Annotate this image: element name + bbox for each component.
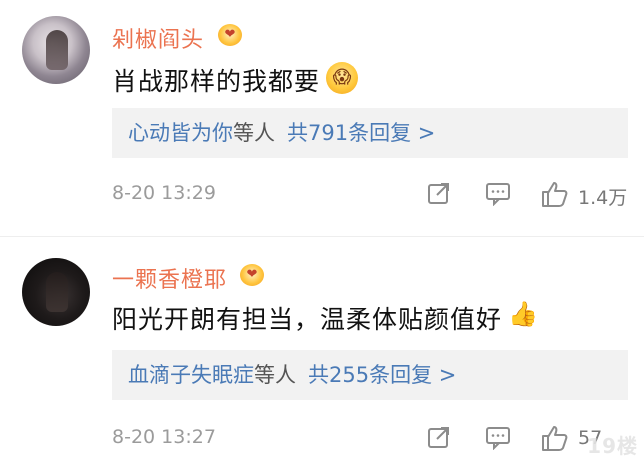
- reply-count-link[interactable]: 共791条回复 >: [287, 121, 435, 145]
- vip-badge-icon: ❤: [218, 24, 242, 46]
- share-icon[interactable]: [426, 180, 452, 214]
- reply-summary[interactable]: 心动皆为你等人 共791条回复 >: [112, 108, 628, 158]
- comment-time: 8-20 13:29: [112, 182, 216, 204]
- share-icon[interactable]: [426, 424, 452, 458]
- reply-users-link[interactable]: 心动皆为你: [112, 121, 233, 145]
- avatar[interactable]: [22, 258, 90, 326]
- like-icon[interactable]: [540, 424, 570, 460]
- username[interactable]: 剁椒阎头: [112, 22, 204, 54]
- reply-count-link[interactable]: 共255条回复 >: [308, 363, 456, 387]
- comment-icon[interactable]: [484, 424, 512, 458]
- shocked-emoji-icon: 😱: [326, 62, 358, 94]
- reply-users-link[interactable]: 血滴子失眠症: [112, 363, 254, 387]
- divider: [0, 236, 644, 237]
- like-icon[interactable]: [540, 180, 570, 216]
- avatar[interactable]: [22, 16, 90, 84]
- reply-wait-text: 等人: [254, 363, 296, 387]
- username[interactable]: 一颗香橙耶: [112, 262, 227, 294]
- comment-text: 阳光开朗有担当，温柔体贴颜值好: [112, 305, 503, 334]
- thumbs-up-emoji-icon: 👍: [508, 300, 538, 328]
- like-count: 1.4万: [578, 187, 628, 209]
- vip-badge-icon: ❤: [240, 264, 264, 286]
- comment-text: 肖战那样的我都要: [112, 67, 321, 96]
- reply-summary[interactable]: 血滴子失眠症等人 共255条回复 >: [112, 350, 628, 400]
- comment-icon[interactable]: [484, 180, 512, 214]
- comment-time: 8-20 13:27: [112, 426, 216, 448]
- watermark-logo: 19楼: [587, 434, 638, 458]
- reply-wait-text: 等人: [233, 121, 275, 145]
